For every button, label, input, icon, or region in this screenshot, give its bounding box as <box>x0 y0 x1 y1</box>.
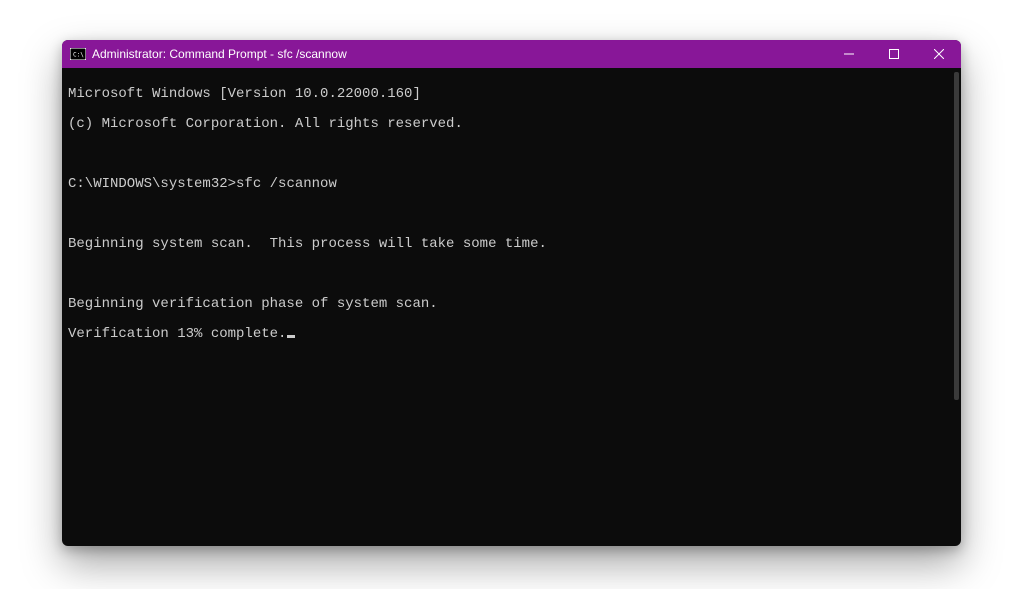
progress-text: Verification 13% complete. <box>68 326 286 342</box>
terminal-output[interactable]: Microsoft Windows [Version 10.0.22000.16… <box>62 68 961 546</box>
minimize-button[interactable] <box>826 40 871 68</box>
maximize-button[interactable] <box>871 40 916 68</box>
close-icon <box>934 49 944 59</box>
entered-command: sfc /scannow <box>236 176 337 192</box>
titlebar[interactable]: C:\ Administrator: Command Prompt - sfc … <box>62 40 961 68</box>
cmd-icon: C:\ <box>70 46 86 62</box>
close-button[interactable] <box>916 40 961 68</box>
output-line <box>68 147 955 162</box>
prompt-path: C:\WINDOWS\system32> <box>68 176 236 192</box>
output-line <box>68 267 955 282</box>
output-line: (c) Microsoft Corporation. All rights re… <box>68 117 955 132</box>
svg-text:C:\: C:\ <box>73 52 84 59</box>
prompt-line: C:\WINDOWS\system32>sfc /scannow <box>68 177 955 192</box>
progress-line: Verification 13% complete. <box>68 327 955 342</box>
window-controls <box>826 40 961 68</box>
output-line: Beginning system scan. This process will… <box>68 237 955 252</box>
maximize-icon <box>889 49 899 59</box>
command-prompt-window: C:\ Administrator: Command Prompt - sfc … <box>62 40 961 546</box>
output-line <box>68 207 955 222</box>
output-line: Microsoft Windows [Version 10.0.22000.16… <box>68 87 955 102</box>
window-title: Administrator: Command Prompt - sfc /sca… <box>92 47 347 61</box>
text-cursor <box>287 335 295 338</box>
vertical-scrollbar[interactable] <box>954 72 959 400</box>
output-line: Beginning verification phase of system s… <box>68 297 955 312</box>
minimize-icon <box>844 49 854 59</box>
